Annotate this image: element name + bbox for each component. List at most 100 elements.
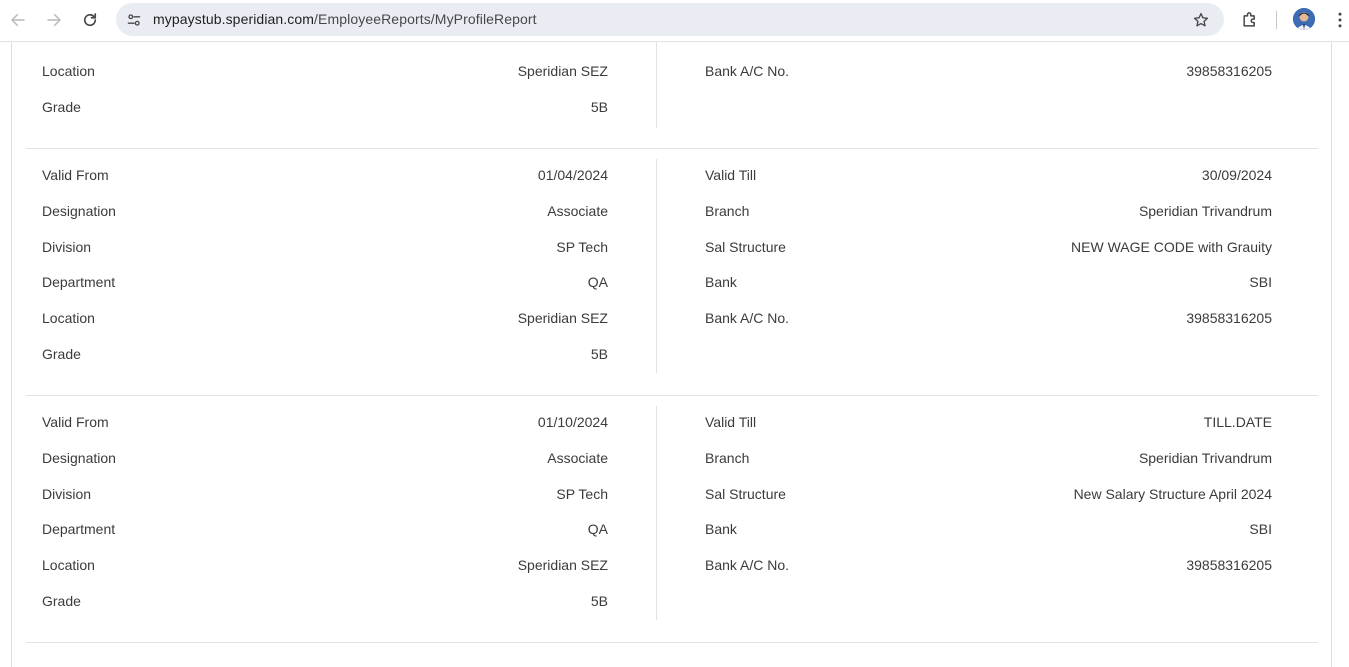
field-value: Speridian Trivandrum [1138, 203, 1272, 219]
field-row: Grade 5B [42, 344, 608, 364]
field-label: Valid Till [705, 167, 757, 183]
star-icon [1193, 12, 1209, 27]
field-row: Location Speridian SEZ [42, 308, 608, 328]
history-record-2: Valid From 01/10/2024 Designation Associ… [26, 406, 1318, 642]
field-label: Division [42, 239, 92, 255]
field-row: Division SP Tech [42, 484, 608, 504]
field-value: TILL.DATE [1203, 414, 1272, 430]
column-divider [656, 42, 657, 128]
field-row: Location Speridian SEZ [42, 61, 608, 81]
field-row: Valid Till TILL.DATE [705, 412, 1272, 432]
field-value: 01/04/2024 [537, 167, 608, 183]
field-value: SBI [1249, 274, 1272, 290]
field-row: Bank SBI [705, 272, 1272, 292]
field-value: Speridian SEZ [517, 63, 608, 79]
tune-icon [127, 14, 141, 26]
field-value: 39858316205 [1186, 63, 1272, 79]
column-divider [656, 406, 657, 620]
menu-button[interactable] [1328, 8, 1349, 32]
field-value: 30/09/2024 [1201, 167, 1272, 183]
field-row: Bank A/C No. 39858316205 [705, 555, 1272, 575]
field-label: Bank [705, 521, 737, 537]
field-row: Designation Associate [42, 201, 608, 221]
column-divider [656, 159, 657, 373]
bookmark-button[interactable] [1191, 10, 1211, 30]
field-label: Designation [42, 203, 116, 219]
field-row: Location Speridian SEZ [42, 555, 608, 575]
browser-toolbar: mypaystub.speridian.com/EmployeeReports/… [0, 0, 1349, 42]
field-value: New Salary Structure April 2024 [1073, 486, 1272, 502]
field-label: Branch [705, 450, 750, 466]
field-label: Valid From [42, 414, 109, 430]
arrow-right-icon [47, 14, 61, 26]
field-row: Branch Speridian Trivandrum [705, 201, 1272, 221]
field-row: Department QA [42, 272, 608, 292]
profile-history-card: Location Speridian SEZ Grade 5B Bank A/C… [11, 42, 1332, 667]
field-value: 39858316205 [1186, 557, 1272, 573]
field-label: Sal Structure [705, 486, 786, 502]
url-text[interactable]: mypaystub.speridian.com/EmployeeReports/… [153, 11, 537, 27]
arrow-left-icon [11, 14, 25, 26]
field-row: Valid Till 30/09/2024 [705, 165, 1272, 185]
field-label: Bank A/C No. [705, 63, 790, 79]
field-row: Bank SBI [705, 519, 1272, 539]
address-bar[interactable]: mypaystub.speridian.com/EmployeeReports/… [116, 3, 1224, 36]
field-value: QA [587, 274, 608, 290]
field-value: 5B [590, 99, 608, 115]
field-label: Department [42, 274, 116, 290]
toolbar-separator [1276, 11, 1277, 29]
field-row: Bank A/C No. 39858316205 [705, 308, 1272, 328]
history-record-1: Valid From 01/04/2024 Designation Associ… [26, 159, 1318, 395]
field-value: Associate [547, 203, 608, 219]
field-label: Sal Structure [705, 239, 786, 255]
field-value: 39858316205 [1186, 310, 1272, 326]
field-label: Branch [705, 203, 750, 219]
field-value: SP Tech [556, 239, 608, 255]
field-value: QA [587, 521, 608, 537]
field-label: Division [42, 486, 92, 502]
field-row: Designation Associate [42, 448, 608, 468]
back-button[interactable] [6, 8, 30, 32]
field-label: Bank A/C No. [705, 557, 790, 573]
profile-photo [1293, 8, 1315, 30]
field-row: Sal Structure New Salary Structure April… [705, 484, 1272, 504]
kebab-menu-icon [1338, 12, 1342, 28]
field-value: Speridian Trivandrum [1138, 450, 1272, 466]
field-row: Bank A/C No. 39858316205 [705, 61, 1272, 81]
field-value: NEW WAGE CODE with Grauity [1071, 239, 1272, 255]
field-row: Branch Speridian Trivandrum [705, 448, 1272, 468]
url-path: /EmployeeReports/MyProfileReport [314, 11, 537, 27]
field-label: Location [42, 557, 95, 573]
field-value: SP Tech [556, 486, 608, 502]
forward-button[interactable] [42, 8, 66, 32]
field-row: Valid From 01/04/2024 [42, 165, 608, 185]
field-value: 01/10/2024 [537, 414, 608, 430]
field-label: Bank A/C No. [705, 310, 790, 326]
profile-report-page: Location Speridian SEZ Grade 5B Bank A/C… [0, 42, 1349, 667]
record-divider [26, 642, 1318, 643]
field-label: Grade [42, 99, 81, 115]
field-value: Speridian SEZ [517, 557, 608, 573]
field-row: Sal Structure NEW WAGE CODE with Grauity [705, 237, 1272, 257]
field-row: Department QA [42, 519, 608, 539]
field-label: Grade [42, 346, 81, 362]
avatar[interactable] [1293, 8, 1315, 30]
field-row: Grade 5B [42, 97, 608, 117]
record-divider [26, 148, 1318, 149]
field-row: Division SP Tech [42, 237, 608, 257]
url-host: mypaystub.speridian.com [153, 11, 315, 27]
field-label: Department [42, 521, 116, 537]
record-divider [26, 395, 1318, 396]
field-label: Location [42, 63, 95, 79]
puzzle-icon [1243, 12, 1255, 27]
field-label: Valid From [42, 167, 109, 183]
site-info-button[interactable] [124, 10, 144, 30]
field-label: Valid Till [705, 414, 757, 430]
extensions-button[interactable] [1238, 8, 1262, 32]
field-label: Bank [705, 274, 737, 290]
reload-button[interactable] [78, 8, 102, 32]
field-value: SBI [1249, 521, 1272, 537]
field-label: Grade [42, 593, 81, 609]
reload-icon [83, 13, 97, 27]
field-value: Associate [547, 450, 608, 466]
